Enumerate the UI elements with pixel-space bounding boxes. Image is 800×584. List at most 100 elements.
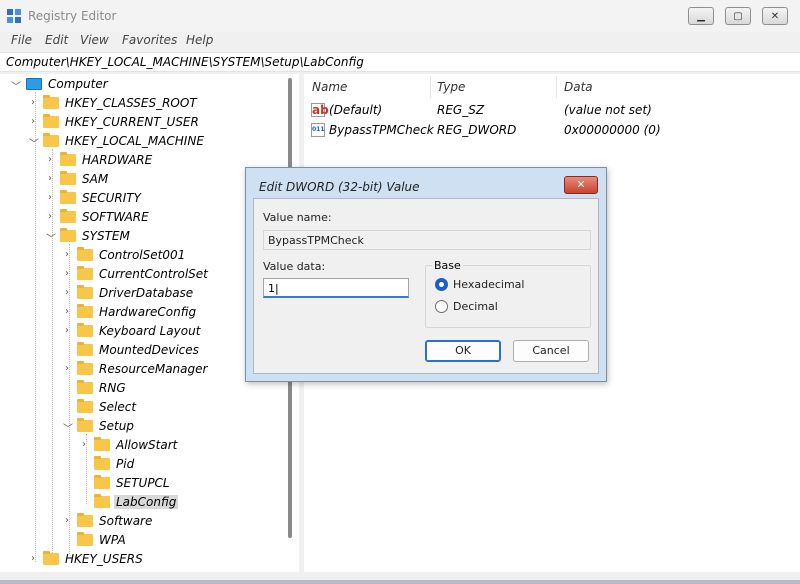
- window-title: Registry Editor: [28, 9, 117, 23]
- menu-view[interactable]: View: [80, 33, 109, 47]
- minimize-icon: ▁: [697, 10, 705, 22]
- chevron-right-icon[interactable]: ›: [65, 325, 75, 336]
- base-groupbox: Base Hexadecimal Decimal: [425, 259, 591, 328]
- tree-item-label: HKEY_USERS: [65, 552, 143, 566]
- tree-item-label: ControlSet001: [99, 248, 186, 262]
- value-data-input[interactable]: 1|: [263, 278, 409, 298]
- folder-icon: [77, 418, 93, 432]
- folder-icon: [77, 399, 93, 413]
- chevron-right-icon[interactable]: ›: [48, 192, 58, 203]
- tree-item-label: Pid: [116, 457, 135, 471]
- chevron-down-icon[interactable]: ﹀: [29, 135, 39, 150]
- menu-file[interactable]: File: [11, 33, 32, 47]
- tree-item-label: HKEY_CLASSES_ROOT: [65, 96, 197, 110]
- chevron-right-icon[interactable]: ›: [65, 515, 75, 526]
- ok-button[interactable]: OK: [425, 340, 501, 362]
- close-window-button[interactable]: ✕: [762, 7, 788, 25]
- tree-guide-line: [35, 92, 36, 562]
- tree-item-label: RNG: [99, 381, 126, 395]
- chevron-down-icon[interactable]: ﹀: [46, 230, 56, 245]
- chevron-right-icon[interactable]: ›: [48, 154, 58, 165]
- computer-icon: [26, 78, 42, 90]
- chevron-right-icon[interactable]: ›: [48, 211, 58, 222]
- chevron-right-icon[interactable]: ›: [65, 268, 75, 279]
- chevron-right-icon[interactable]: ›: [31, 97, 41, 108]
- tree-item-label: Software: [99, 514, 153, 528]
- chevron-right-icon[interactable]: ›: [65, 249, 75, 260]
- minimize-button[interactable]: ▁: [688, 7, 714, 25]
- close-icon: ✕: [576, 178, 586, 191]
- folder-icon: [77, 513, 93, 527]
- dialog-title: Edit DWORD (32-bit) Value: [259, 180, 420, 194]
- column-divider[interactable]: [430, 76, 431, 98]
- folder-icon: [94, 494, 110, 508]
- folder-icon: [77, 532, 93, 546]
- maximize-button[interactable]: ▢: [725, 7, 751, 25]
- value-data-text: 1: [268, 282, 275, 295]
- dialog-body: Value name: BypassTPMCheck Value data: 1…: [253, 198, 599, 374]
- folder-icon: [77, 380, 93, 394]
- tree-item-label: SYSTEM: [82, 229, 130, 243]
- tree-item-label: SOFTWARE: [82, 210, 149, 224]
- folder-icon: [77, 285, 93, 299]
- tree-item-label: SETUPCL: [116, 476, 170, 490]
- value-type: REG_SZ: [437, 103, 485, 117]
- tree-item-label: ResourceManager: [99, 362, 208, 376]
- tree-item-label: Keyboard Layout: [99, 324, 201, 338]
- menu-help[interactable]: Help: [186, 33, 213, 47]
- chevron-down-icon[interactable]: ﹀: [11, 78, 21, 93]
- value-row[interactable]: ab (Default) REG_SZ (value not set): [304, 100, 800, 120]
- folder-icon: [43, 551, 59, 565]
- folder-icon: [77, 323, 93, 337]
- dialog-close-button[interactable]: ✕: [564, 176, 598, 194]
- column-header-type[interactable]: Type: [437, 80, 465, 94]
- value-type: REG_DWORD: [437, 123, 517, 137]
- folder-icon: [94, 456, 110, 470]
- tree-item-label: SAM: [82, 172, 109, 186]
- chevron-right-icon[interactable]: ›: [48, 173, 58, 184]
- chevron-right-icon[interactable]: ›: [65, 363, 75, 374]
- radio-unselected-icon[interactable]: [435, 300, 448, 313]
- column-header-data[interactable]: Data: [564, 80, 593, 94]
- hexadecimal-label: Hexadecimal: [453, 278, 525, 291]
- tree-item-label: AllowStart: [116, 438, 178, 452]
- column-header-name[interactable]: Name: [312, 80, 347, 94]
- folder-icon: [77, 342, 93, 356]
- value-data: 0x00000000 (0): [564, 123, 661, 137]
- tree-item-label: MountedDevices: [99, 343, 199, 357]
- menu-favorites[interactable]: Favorites: [122, 33, 177, 47]
- radio-selected-icon[interactable]: [435, 278, 448, 291]
- folder-icon: [43, 114, 59, 128]
- value-row[interactable]: 011 BypassTPMCheck REG_DWORD 0x00000000 …: [304, 120, 800, 140]
- tree-item-label: HARDWARE: [82, 153, 153, 167]
- folder-icon: [94, 437, 110, 451]
- text-cursor: |: [275, 282, 279, 295]
- folder-icon: [60, 228, 76, 242]
- folder-icon: [60, 171, 76, 185]
- tree-item-label: Setup: [99, 419, 134, 433]
- tree-item-label: CurrentControlSet: [99, 267, 208, 281]
- tree-item-label: HKEY_CURRENT_USER: [65, 115, 199, 129]
- chevron-right-icon[interactable]: ›: [65, 306, 75, 317]
- chevron-right-icon[interactable]: ›: [65, 287, 75, 298]
- address-bar[interactable]: Computer\HKEY_LOCAL_MACHINE\SYSTEM\Setup…: [0, 52, 800, 72]
- registry-editor-icon: [7, 9, 21, 23]
- value-data-label: Value data:: [263, 260, 326, 273]
- folder-icon: [60, 190, 76, 204]
- chevron-down-icon[interactable]: ﹀: [63, 420, 73, 435]
- folder-icon: [94, 475, 110, 489]
- value-name: (Default): [329, 103, 383, 117]
- tree-item-label: Computer: [48, 77, 108, 91]
- chevron-right-icon[interactable]: ›: [31, 116, 41, 127]
- chevron-right-icon[interactable]: ›: [82, 439, 92, 450]
- chevron-right-icon[interactable]: ›: [31, 553, 41, 564]
- column-divider[interactable]: [556, 76, 557, 98]
- tree-item-label: DriverDatabase: [99, 286, 194, 300]
- menu-bar: File Edit View Favorites Help: [0, 32, 800, 50]
- binary-value-icon: 011: [311, 123, 325, 137]
- title-bar: Registry Editor ▁ ▢ ✕: [0, 0, 800, 32]
- cancel-button[interactable]: Cancel: [513, 340, 589, 362]
- menu-edit[interactable]: Edit: [45, 33, 68, 47]
- close-icon: ✕: [770, 10, 780, 22]
- tree-item-label-selected: LabConfig: [114, 495, 179, 509]
